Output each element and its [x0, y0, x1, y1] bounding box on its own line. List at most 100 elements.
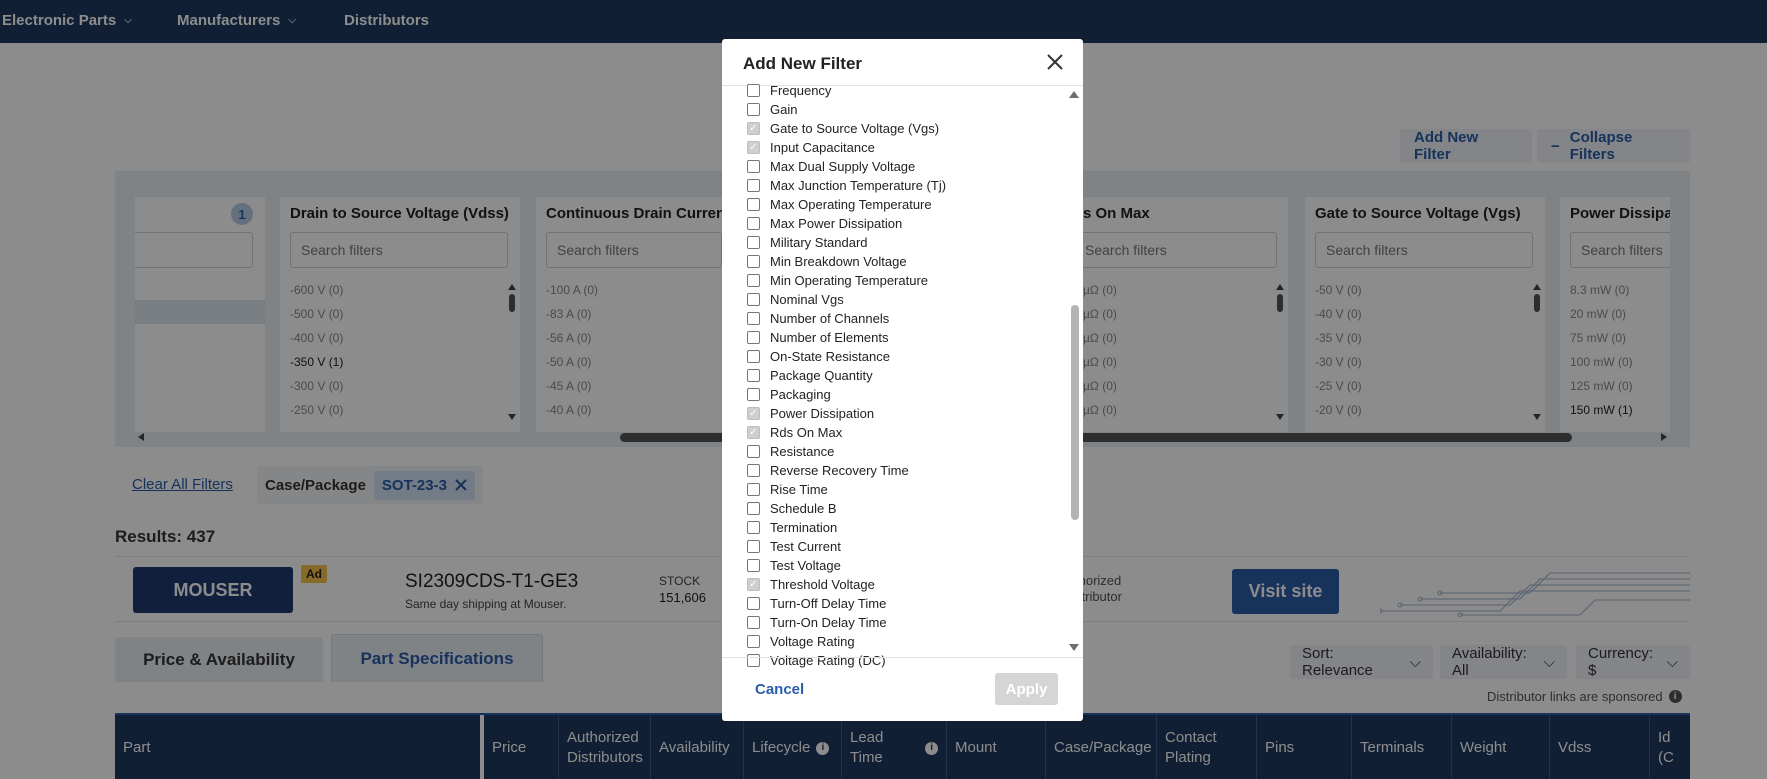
checkbox-icon[interactable]	[747, 445, 760, 458]
checkbox-icon[interactable]	[747, 559, 760, 572]
scroll-up-icon[interactable]	[1069, 91, 1079, 98]
filter-checkbox-option[interactable]: Max Operating Temperature	[747, 195, 932, 214]
filter-option-label: Rise Time	[770, 482, 828, 497]
cancel-button[interactable]: Cancel	[755, 681, 804, 698]
checkbox-icon[interactable]	[747, 103, 760, 116]
filter-checkbox-option[interactable]: Min Breakdown Voltage	[747, 252, 907, 271]
scroll-down-icon[interactable]	[1069, 644, 1079, 651]
checkbox-icon[interactable]	[747, 654, 760, 667]
filter-option-label: Min Operating Temperature	[770, 273, 929, 288]
filter-checkbox-option[interactable]: Number of Channels	[747, 309, 889, 328]
apply-button[interactable]: Apply	[995, 673, 1058, 705]
filter-checkbox-option[interactable]: Termination	[747, 518, 837, 537]
filter-checkbox-option[interactable]: Voltage Rating (DC)	[747, 651, 886, 670]
checkbox-checked-icon[interactable]: ✓	[747, 122, 760, 135]
checkbox-checked-icon[interactable]: ✓	[747, 141, 760, 154]
filter-checkbox-option[interactable]: Gain	[747, 100, 797, 119]
filter-checkbox-option[interactable]: Turn-On Delay Time	[747, 613, 887, 632]
filter-checkbox-option[interactable]: Packaging	[747, 385, 831, 404]
filter-option-label: Threshold Voltage	[770, 577, 875, 592]
checkbox-checked-icon[interactable]: ✓	[747, 578, 760, 591]
filter-checkbox-option[interactable]: Resistance	[747, 442, 834, 461]
checkbox-icon[interactable]	[747, 236, 760, 249]
checkbox-icon[interactable]	[747, 293, 760, 306]
checkbox-icon[interactable]	[747, 179, 760, 192]
filter-checkbox-option[interactable]: Turn-Off Delay Time	[747, 594, 886, 613]
filter-option-label: Termination	[770, 520, 838, 535]
checkbox-checked-icon[interactable]: ✓	[747, 407, 760, 420]
filter-option-label: Packaging	[770, 387, 831, 402]
filter-checkbox-option[interactable]: Number of Elements	[747, 328, 889, 347]
checkbox-icon[interactable]	[747, 464, 760, 477]
filter-option-label: Resistance	[770, 444, 835, 459]
checkbox-icon[interactable]	[747, 312, 760, 325]
filter-checkbox-option[interactable]: Military Standard	[747, 233, 868, 252]
close-icon[interactable]	[1045, 52, 1065, 72]
filter-option-label: Input Capacitance	[770, 140, 875, 155]
filter-option-label: Number of Elements	[770, 330, 889, 345]
filter-checkbox-option[interactable]: Reverse Recovery Time	[747, 461, 909, 480]
filter-checkbox-option[interactable]: Min Operating Temperature	[747, 271, 928, 290]
checkbox-icon[interactable]	[747, 160, 760, 173]
checkbox-icon[interactable]	[747, 350, 760, 363]
checkbox-icon[interactable]	[747, 198, 760, 211]
filter-option-label: Voltage Rating (DC)	[770, 653, 886, 668]
filter-checkbox-option[interactable]: Max Dual Supply Voltage	[747, 157, 915, 176]
checkbox-icon[interactable]	[747, 331, 760, 344]
checkbox-icon[interactable]	[747, 274, 760, 287]
filter-checkbox-option[interactable]: On-State Resistance	[747, 347, 890, 366]
filter-checkbox-option[interactable]: ✓ Input Capacitance	[747, 138, 875, 157]
checkbox-icon[interactable]	[747, 369, 760, 382]
filter-option-label: Gain	[770, 102, 798, 117]
filter-checkbox-option[interactable]: Rise Time	[747, 480, 828, 499]
filter-checkbox-option[interactable]: Test Voltage	[747, 556, 841, 575]
filter-checkbox-option[interactable]: ✓ Gate to Source Voltage (Vgs)	[747, 119, 939, 138]
checkbox-icon[interactable]	[747, 84, 760, 97]
modal-footer-divider	[722, 657, 1083, 658]
filter-option-label: Max Operating Temperature	[770, 197, 932, 212]
filter-checkbox-option[interactable]: Max Power Dissipation	[747, 214, 902, 233]
checkbox-icon[interactable]	[747, 483, 760, 496]
filter-checkbox-option[interactable]: Schedule B	[747, 499, 837, 518]
checkbox-icon[interactable]	[747, 217, 760, 230]
checkbox-icon[interactable]	[747, 635, 760, 648]
filter-option-label: Rds On Max	[770, 425, 843, 440]
filter-option-label: Max Junction Temperature (Tj)	[770, 178, 947, 193]
filter-option-label: Gate to Source Voltage (Vgs)	[770, 121, 940, 136]
checkbox-icon[interactable]	[747, 521, 760, 534]
filter-checkbox-option[interactable]: Nominal Vgs	[747, 290, 844, 309]
filter-checkbox-option[interactable]: Voltage Rating	[747, 632, 855, 651]
filter-option-label: Nominal Vgs	[770, 292, 844, 307]
filter-checkbox-option[interactable]: Max Junction Temperature (Tj)	[747, 176, 946, 195]
filter-option-label: Test Current	[770, 539, 841, 554]
filter-option-label: Voltage Rating	[770, 634, 855, 649]
filter-option-label: Max Dual Supply Voltage	[770, 159, 916, 174]
filter-checkbox-option[interactable]: ✓ Threshold Voltage	[747, 575, 875, 594]
filter-option-label: Power Dissipation	[770, 406, 875, 421]
scrollbar-thumb[interactable]	[1071, 305, 1079, 520]
filter-option-label: Max Power Dissipation	[770, 216, 903, 231]
filter-option-label: Number of Channels	[770, 311, 890, 326]
filter-checkbox-option[interactable]: ✓ Rds On Max	[747, 423, 842, 442]
checkbox-icon[interactable]	[747, 540, 760, 553]
checkbox-checked-icon[interactable]: ✓	[747, 426, 760, 439]
checkbox-icon[interactable]	[747, 255, 760, 268]
checkbox-icon[interactable]	[747, 502, 760, 515]
filter-option-label: Military Standard	[770, 235, 868, 250]
checkbox-icon[interactable]	[747, 388, 760, 401]
filter-option-list: Frequency Gain ✓ Gate to Source Voltage (Vg…	[722, 83, 1067, 695]
filter-option-label: Turn-Off Delay Time	[770, 596, 887, 611]
filter-option-label: Schedule B	[770, 501, 837, 516]
checkbox-icon[interactable]	[747, 597, 760, 610]
filter-option-label: Frequency	[770, 83, 832, 98]
checkbox-icon[interactable]	[747, 616, 760, 629]
filter-checkbox-option[interactable]: Test Current	[747, 537, 841, 556]
filter-checkbox-option[interactable]: Frequency	[747, 83, 831, 100]
filter-option-label: Turn-On Delay Time	[770, 615, 887, 630]
modal-title: Add New Filter	[743, 54, 863, 73]
filter-checkbox-option[interactable]: Package Quantity	[747, 366, 873, 385]
filter-option-label: Test Voltage	[770, 558, 841, 573]
filter-checkbox-option[interactable]: ✓ Power Dissipation	[747, 404, 874, 423]
filter-option-label: Reverse Recovery Time	[770, 463, 909, 478]
add-new-filter-modal: Add New Filter Frequency Gain ✓ Gate to Sou…	[722, 39, 1083, 721]
